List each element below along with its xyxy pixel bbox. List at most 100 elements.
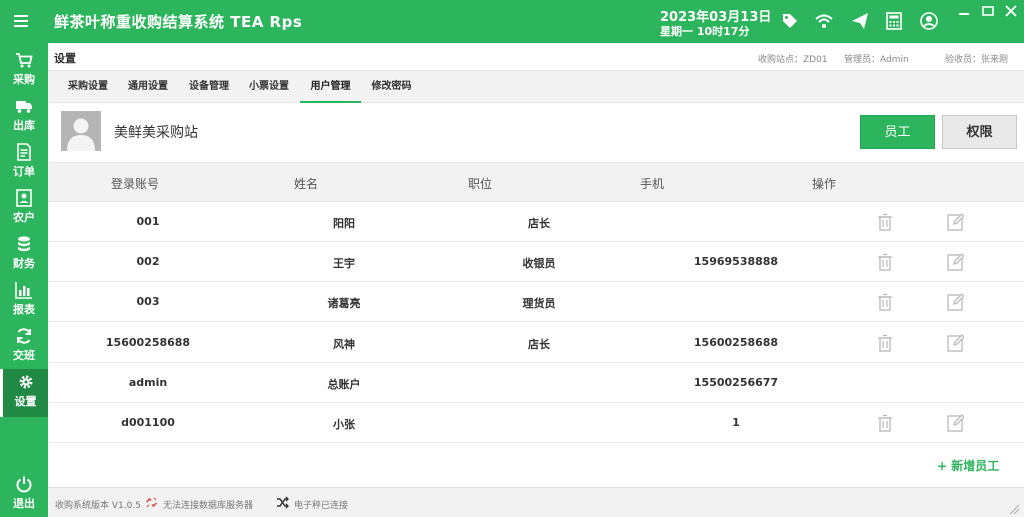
finance-icon bbox=[18, 236, 30, 252]
sidebar-item-orders[interactable]: 订单 bbox=[0, 139, 48, 185]
sidebar-item-label: 设置 bbox=[14, 395, 37, 408]
edit-icon[interactable] bbox=[946, 252, 964, 272]
shift-icon bbox=[17, 328, 31, 344]
receiver-name: 验收员：张来刚 bbox=[945, 55, 1009, 65]
sidebar-item-label: 采购 bbox=[13, 73, 35, 86]
sidebar-item-finance[interactable]: 财务 bbox=[0, 231, 48, 277]
avatar bbox=[61, 111, 101, 151]
sidebar-item-purchase[interactable]: 采购 bbox=[0, 47, 48, 93]
tab-device-management[interactable]: 设备管理 bbox=[181, 71, 237, 103]
page-title: 设置 bbox=[54, 52, 76, 65]
gear-icon bbox=[19, 375, 32, 389]
delete-icon[interactable] bbox=[876, 292, 894, 312]
edit-icon[interactable] bbox=[946, 212, 964, 232]
settings-tabs: 采购设置 通用设置 设备管理 小票设置 用户管理 修改密码 bbox=[48, 71, 1024, 103]
sidebar-item-settings[interactable]: 设置 bbox=[0, 369, 48, 417]
maximize-icon[interactable] bbox=[980, 4, 996, 18]
order-icon bbox=[17, 143, 31, 161]
resize-handle-icon[interactable] bbox=[1008, 503, 1020, 515]
current-weekday-time: 星期一 10时17分 bbox=[660, 25, 750, 38]
station-name: 美鲜美采购站 bbox=[114, 125, 198, 141]
user-avatar-icon bbox=[61, 111, 101, 151]
cell-phone: 1 bbox=[732, 416, 740, 429]
hamburger-menu-icon[interactable] bbox=[12, 9, 34, 33]
sidebar-item-label: 出库 bbox=[13, 119, 35, 132]
tab-purchase-settings[interactable]: 采购设置 bbox=[60, 71, 116, 103]
tab-change-password[interactable]: 修改密码 bbox=[361, 71, 422, 103]
cell-name: 小张 bbox=[333, 418, 355, 431]
cell-name: 总账户 bbox=[327, 377, 361, 391]
column-header-account: 登录账号 bbox=[111, 177, 160, 191]
user-circle-icon[interactable] bbox=[919, 11, 939, 31]
table-row: d001100 小张 1 bbox=[48, 403, 1024, 443]
power-icon bbox=[16, 476, 32, 493]
edit-icon[interactable] bbox=[946, 292, 964, 312]
column-header-name: 姓名 bbox=[294, 177, 319, 191]
cell-account: d001100 bbox=[121, 416, 175, 429]
cell-name: 诸葛亮 bbox=[327, 297, 361, 311]
permissions-button[interactable]: 权限 bbox=[942, 115, 1017, 149]
calculator-icon[interactable] bbox=[884, 11, 904, 31]
wifi-icon[interactable] bbox=[814, 11, 834, 31]
cell-account: 15600258688 bbox=[105, 335, 191, 349]
truck-icon bbox=[16, 101, 32, 113]
send-icon[interactable] bbox=[850, 11, 870, 31]
edit-icon[interactable] bbox=[946, 333, 964, 353]
tab-user-management[interactable]: 用户管理 bbox=[300, 71, 361, 103]
sidebar-item-label: 订单 bbox=[13, 165, 35, 178]
sidebar-item-outbound[interactable]: 出库 bbox=[0, 93, 48, 139]
chart-icon bbox=[15, 282, 32, 299]
sidebar-item-label: 财务 bbox=[13, 257, 35, 270]
cell-position: 收银员 bbox=[522, 257, 556, 271]
cell-position: 店长 bbox=[528, 217, 550, 230]
sidebar-logout[interactable]: 退出 bbox=[0, 471, 48, 517]
cell-account: 001 bbox=[136, 215, 160, 228]
edit-icon[interactable] bbox=[946, 413, 964, 433]
shuffle-icon bbox=[277, 496, 289, 509]
sidebar-item-shift[interactable]: 交班 bbox=[0, 323, 48, 369]
close-icon[interactable] bbox=[1003, 4, 1019, 18]
cell-phone: 15969538888 bbox=[693, 255, 779, 269]
cell-account: 003 bbox=[136, 295, 160, 309]
tab-general-settings[interactable]: 通用设置 bbox=[120, 71, 176, 103]
cell-position: 店长 bbox=[528, 337, 550, 351]
delete-icon[interactable] bbox=[876, 252, 894, 272]
tab-receipt-settings[interactable]: 小票设置 bbox=[241, 71, 297, 103]
admin-name: 管理员：Admin bbox=[844, 55, 909, 65]
cell-account: 002 bbox=[136, 255, 160, 269]
sidebar-item-farmers[interactable]: 农户 bbox=[0, 185, 48, 231]
logout-label: 退出 bbox=[13, 497, 35, 510]
version-text: 收购系统版本 V1.0.5 bbox=[55, 501, 141, 511]
table-row: 002 王宇 收银员 15969538888 bbox=[48, 242, 1024, 283]
station-code: 收购站点：ZD01 bbox=[758, 55, 828, 65]
sidebar-item-label: 农户 bbox=[13, 211, 35, 224]
cell-phone: 15500256677 bbox=[693, 375, 779, 389]
column-header-position: 职位 bbox=[468, 177, 493, 191]
sidebar-item-label: 交班 bbox=[13, 349, 35, 362]
delete-icon[interactable] bbox=[876, 333, 894, 353]
tag-icon[interactable] bbox=[780, 11, 800, 31]
table-row: admin 总账户 15500256677 bbox=[48, 362, 1024, 403]
delete-icon[interactable] bbox=[876, 413, 894, 433]
sidebar-item-reports[interactable]: 报表 bbox=[0, 277, 48, 323]
minimize-icon[interactable] bbox=[956, 4, 972, 18]
cell-name: 阳阳 bbox=[333, 217, 355, 230]
cell-phone: 15600258688 bbox=[693, 335, 779, 349]
cell-name: 风神 bbox=[333, 337, 355, 351]
delete-icon[interactable] bbox=[876, 212, 894, 232]
column-header-actions: 操作 bbox=[812, 177, 837, 191]
sidebar: 采购 出库 订单 农户 财务 报表 交班 设置 退出 bbox=[0, 43, 48, 517]
table-row: 001 阳阳 店长 bbox=[48, 202, 1024, 242]
cell-position: 理货员 bbox=[522, 297, 556, 311]
users-table-header: 登录账号 姓名 职位 手机 操作 bbox=[48, 162, 1024, 202]
scale-status: 电子秤已连接 bbox=[294, 501, 349, 511]
broken-link-icon bbox=[145, 497, 158, 508]
farmer-icon bbox=[16, 189, 32, 207]
app-title: 鲜茶叶称重收购结算系统 TEA Rps bbox=[54, 13, 303, 31]
table-row: 15600258688 风神 店长 15600258688 bbox=[48, 322, 1024, 363]
sidebar-item-label: 报表 bbox=[13, 303, 35, 316]
page-header: 设置 收购站点：ZD01 管理员：Admin 验收员：张来刚 bbox=[48, 43, 1024, 71]
add-user-button[interactable]: + 新增员工 bbox=[937, 457, 999, 474]
staff-button[interactable]: 员工 bbox=[860, 115, 935, 149]
title-bar: 鲜茶叶称重收购结算系统 TEA Rps 2023年03月13日 星期一 10时1… bbox=[0, 0, 1024, 43]
